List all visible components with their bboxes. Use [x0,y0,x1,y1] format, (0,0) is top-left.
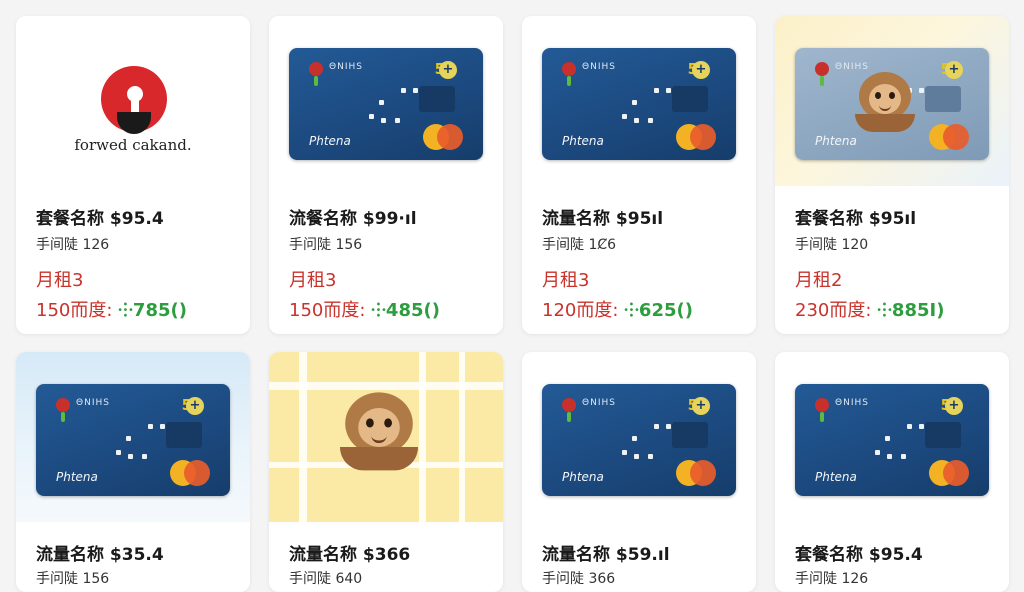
monthly-rent: 月租3 [542,270,590,291]
package-card[interactable]: ΘNIHS 5+ Phtena 流量名称 $59.ıl 手问陡 366 [522,352,756,592]
package-card[interactable]: forwed cakand. 套餐名称 $95.4 手间陡 126 月租3 15… [16,16,250,334]
package-card[interactable]: ΘNIHS 5+ Phtena 套餐名称 $95.4 手问陡 126 [775,352,1009,592]
package-title: 流量名称 $95ıl [542,209,664,229]
card-chip-icon [672,422,708,448]
bank-card-image: ΘNIHS 5+ Phtena [542,48,736,160]
price-value: ⸭485() [371,300,440,321]
brand-logo-banner: forwed cakand. [16,16,250,186]
monthly-rent: 月租3 [36,270,84,291]
package-price: 120而度: ⸭625() [542,296,693,322]
card-holder-name: Phtena [815,134,857,148]
card-chip-icon [166,422,202,448]
package-subtitle: 手问陡 156 [289,237,363,253]
bank-card-image: ΘNIHS 5+ Phtena [289,48,483,160]
price-label: 120而度: [542,300,619,321]
card-holder-name: Phtena [562,134,604,148]
package-subtitle: 手间陡 1Ȼ6 [542,237,617,253]
mascot-icon [855,72,915,136]
flower-icon [562,398,576,412]
card-chip-icon [672,86,708,112]
card-holder-name: Phtena [815,470,857,484]
price-value: ⸭885I) [877,300,945,321]
card-brand-text: ΘNIHS [582,62,616,72]
card-brand-text: ΘNIHS [835,62,869,72]
card-holder-name: Phtena [56,470,98,484]
brand-logo-text: forwed cakand. [74,136,192,154]
package-subtitle: 手问陡 366 [542,571,616,587]
monthly-rent: 月租2 [795,270,843,291]
package-title: 流量名称 $35.4 [36,545,164,565]
package-title: 流量名称 $59.ıl [542,545,670,565]
card-brand-text: ΘNIHS [329,62,363,72]
bank-card-banner: ΘNIHS 5+ Phtena [522,352,756,522]
bank-card-banner: ΘNIHS 5+ Phtena [775,352,1009,522]
package-card[interactable]: ΘNIHS 5+ Phtena 套餐名称 $95ıl 手间陡 120 月租2 2… [775,16,1009,334]
package-subtitle: 手间陡 120 [795,237,869,253]
package-price: 230而度: ⸭885I) [795,296,944,322]
flower-icon [815,62,829,76]
monthly-rent: 月租3 [289,270,337,291]
bank-card-banner: ΘNIHS 5+ Phtena [16,352,250,522]
flower-icon [309,62,323,76]
mastercard-icon [929,124,971,150]
plus-icon: + [945,397,963,415]
flower-icon [815,398,829,412]
package-title: 套餐名称 $95.4 [795,545,923,565]
mastercard-icon [929,460,971,486]
mastercard-icon [170,460,212,486]
card-brand-text: ΘNIHS [835,398,869,408]
flower-icon [562,62,576,76]
card-holder-name: Phtena [562,470,604,484]
package-grid: forwed cakand. 套餐名称 $95.4 手间陡 126 月租3 15… [0,0,1024,592]
package-title: 流餐名称 $99·ıl [289,209,417,229]
package-title: 套餐名称 $95.4 [36,209,164,229]
package-subtitle: 手问陡 640 [289,571,363,587]
price-label: 150而度: [289,300,366,321]
mastercard-icon [676,124,718,150]
card-brand-text: ΘNIHS [582,398,616,408]
package-card[interactable]: ΘNIHS 5+ Phtena 流量名称 $35.4 手问陡 156 [16,352,250,592]
bank-card-banner: ΘNIHS 5+ Phtena [522,16,756,186]
flower-icon [56,398,70,412]
package-subtitle: 手间陡 126 [36,237,110,253]
package-title: 流量名称 $366 [289,545,411,565]
mastercard-icon [676,460,718,486]
plus-icon: + [439,61,457,79]
package-subtitle: 手问陡 126 [795,571,869,587]
package-card[interactable]: ΘNIHS 5+ Phtena 流量名称 $95ıl 手间陡 1Ȼ6 月租3 1… [522,16,756,334]
package-subtitle: 手问陡 156 [36,571,110,587]
card-brand-text: ΘNIHS [76,398,110,408]
bank-card-banner: ΘNIHS 5+ Phtena [269,16,503,186]
package-title: 套餐名称 $95ıl [795,209,917,229]
price-label: 230而度: [795,300,872,321]
mascot-icon [340,392,418,475]
plus-icon: + [945,61,963,79]
bank-card-image: ΘNIHS 5+ Phtena [542,384,736,496]
price-value: ⸭625() [624,300,693,321]
card-chip-icon [419,86,455,112]
plus-icon: + [186,397,204,415]
package-price: 150而度: ⸭485() [289,296,440,322]
price-value: ⸭785() [118,300,187,321]
package-card[interactable]: ΘNIHS 5+ Phtena 流餐名称 $99·ıl 手问陡 156 月租3 … [269,16,503,334]
bank-card-banner: ΘNIHS 5+ Phtena [775,16,1009,186]
plus-icon: + [692,61,710,79]
card-chip-icon [925,422,961,448]
package-price: 150而度: ⸭785() [36,296,187,322]
mastercard-icon [423,124,465,150]
plus-icon: + [692,397,710,415]
package-card[interactable]: 流量名称 $366 手问陡 640 [269,352,503,592]
bank-card-image: ΘNIHS 5+ Phtena [795,384,989,496]
card-chip-icon [925,86,961,112]
map-banner [269,352,503,522]
card-holder-name: Phtena [309,134,351,148]
bank-card-image: ΘNIHS 5+ Phtena [36,384,230,496]
price-label: 150而度: [36,300,113,321]
